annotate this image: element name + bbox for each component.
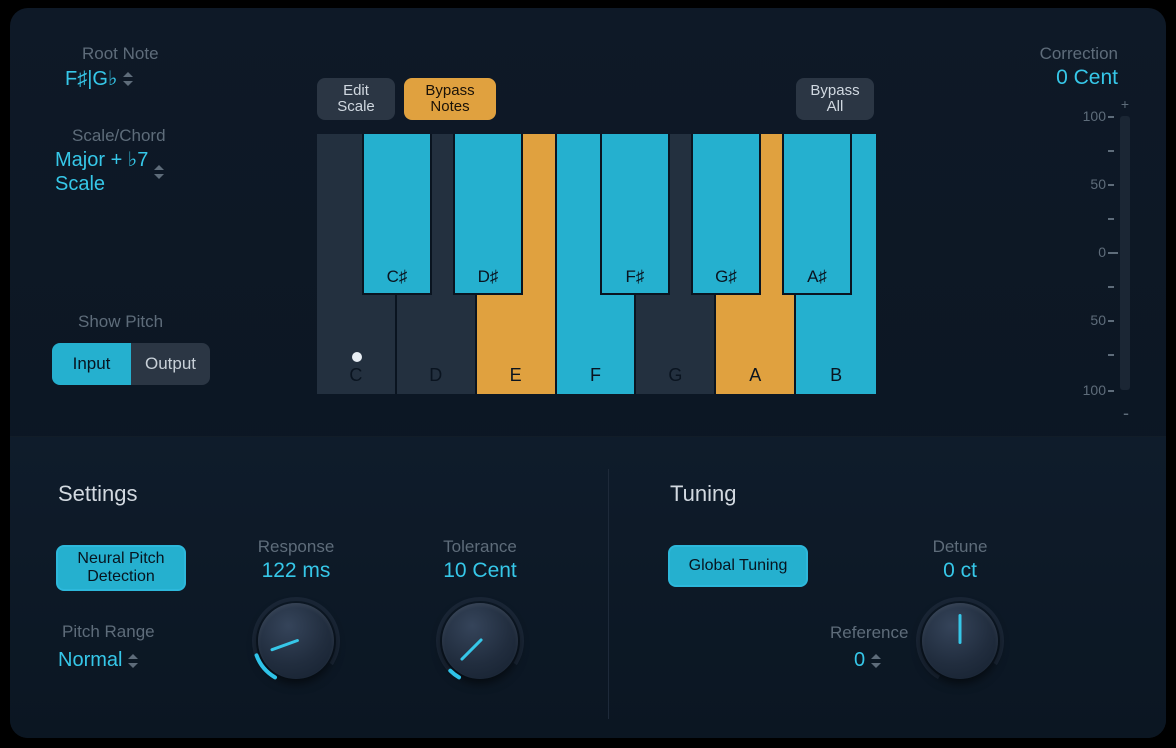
tuning-title: Tuning: [670, 481, 736, 507]
detune-knob[interactable]: [914, 595, 1006, 687]
response-label: Response: [216, 537, 376, 557]
global-tuning-button[interactable]: Global Tuning: [668, 545, 808, 587]
meter-tick: [1108, 286, 1114, 288]
scale-chord-selector[interactable]: Major + ♭7 Scale: [55, 148, 165, 196]
tolerance-knob[interactable]: [434, 595, 526, 687]
correction-value: 0 Cent: [1056, 66, 1118, 90]
meter-tick: [1108, 184, 1114, 186]
correction-meter[interactable]: + 10050050100 -: [1030, 98, 1130, 418]
detune-value: 0 ct: [880, 559, 1040, 583]
chevron-updown-icon: [154, 165, 165, 179]
reference-selector[interactable]: 0: [854, 649, 882, 672]
meter-plus: +: [1121, 96, 1129, 112]
key-label: F: [557, 365, 635, 386]
response-knob[interactable]: [250, 595, 342, 687]
black-keys-row: C♯ D♯ F♯ G♯ A♯: [317, 134, 876, 295]
knob-pointer: [959, 614, 962, 644]
knob-arc-icon: [250, 595, 342, 687]
meter-tick: [1108, 116, 1114, 118]
key-label: D: [397, 365, 475, 386]
tolerance-value: 10 Cent: [400, 559, 560, 583]
chevron-updown-icon: [123, 72, 134, 86]
black-key-Dsharp[interactable]: D♯: [453, 134, 523, 295]
meter-tick: [1108, 150, 1114, 152]
meter-tick-label: 50: [1066, 312, 1106, 328]
pitch-indicator-dot: [352, 352, 362, 362]
key-label: D♯: [455, 267, 521, 287]
pitch-range-label: Pitch Range: [62, 622, 155, 642]
key-label: B: [796, 365, 876, 386]
meter-tick: [1108, 320, 1114, 322]
top-section: Root Note F♯|G♭ Scale/Chord Major + ♭7 S…: [10, 8, 1166, 436]
root-note-label: Root Note: [82, 44, 159, 64]
correction-label: Correction: [1040, 44, 1118, 64]
pitch-correction-plugin: Root Note F♯|G♭ Scale/Chord Major + ♭7 S…: [10, 8, 1166, 738]
meter-tick-label: 100: [1066, 108, 1106, 124]
tolerance-knob-unit: Tolerance 10 Cent: [400, 537, 560, 687]
key-label: C♯: [364, 267, 430, 287]
reference-value: 0: [854, 649, 865, 672]
meter-tick: [1108, 218, 1114, 220]
root-note-selector[interactable]: F♯|G♭: [65, 66, 134, 91]
key-label: C: [317, 365, 395, 386]
meter-tick-label: 100: [1066, 382, 1106, 398]
bypass-notes-button[interactable]: Bypass Notes: [404, 78, 496, 120]
meter-tick-label: 50: [1066, 176, 1106, 192]
neural-pitch-detection-button[interactable]: Neural Pitch Detection: [56, 545, 186, 591]
meter-minus: -: [1123, 403, 1129, 424]
meter-tick: [1108, 390, 1114, 392]
black-key-Csharp[interactable]: C♯: [362, 134, 432, 295]
settings-title: Settings: [58, 481, 138, 507]
key-label: E: [477, 365, 555, 386]
key-label: F♯: [602, 267, 668, 287]
pitch-range-value: Normal: [58, 649, 122, 672]
pitch-range-selector[interactable]: Normal: [58, 649, 139, 672]
show-pitch-input-button[interactable]: Input: [52, 343, 131, 385]
black-key-Fsharp[interactable]: F♯: [600, 134, 670, 295]
scale-chord-value: Major + ♭7 Scale: [55, 148, 148, 196]
key-label: A♯: [784, 267, 850, 287]
scale-chord-label: Scale/Chord: [72, 126, 166, 146]
detune-knob-unit: Detune 0 ct: [880, 537, 1040, 687]
tolerance-label: Tolerance: [400, 537, 560, 557]
chevron-updown-icon: [128, 654, 139, 668]
response-value: 122 ms: [216, 559, 376, 583]
show-pitch-output-button[interactable]: Output: [131, 343, 210, 385]
meter-tick-label: 0: [1066, 244, 1106, 260]
knob-arc-icon: [434, 595, 526, 687]
response-knob-unit: Response 122 ms: [216, 537, 376, 687]
key-label: A: [716, 365, 794, 386]
bypass-all-button[interactable]: Bypass All: [796, 78, 874, 120]
black-key-Asharp[interactable]: A♯: [782, 134, 852, 295]
key-label: G: [636, 365, 714, 386]
meter-track: [1120, 116, 1130, 390]
root-note-value: F♯|G♭: [65, 66, 117, 91]
bottom-section: Settings Tuning Neural Pitch Detection G…: [10, 436, 1166, 738]
show-pitch-label: Show Pitch: [78, 312, 163, 332]
section-divider: [608, 469, 609, 719]
show-pitch-segmented: Input Output: [52, 343, 210, 385]
edit-scale-button[interactable]: Edit Scale: [317, 78, 395, 120]
meter-tick: [1108, 354, 1114, 356]
meter-tick: [1108, 252, 1118, 254]
key-label: G♯: [693, 267, 759, 287]
scale-keyboard: CDEFGAB C♯ D♯ F♯ G♯ A♯: [317, 134, 876, 394]
detune-label: Detune: [880, 537, 1040, 557]
black-key-Gsharp[interactable]: G♯: [691, 134, 761, 295]
